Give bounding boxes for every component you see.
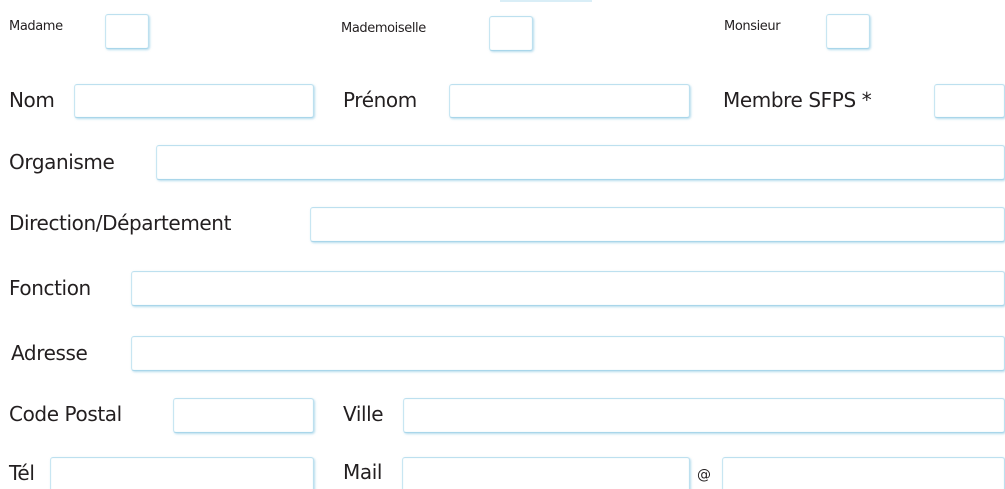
nom-label: Nom (9, 88, 55, 112)
code-postal-label: Code Postal (9, 402, 122, 426)
prenom-field[interactable] (449, 84, 690, 118)
direction-field[interactable] (310, 207, 1005, 242)
mademoiselle-label: Mademoiselle (341, 21, 426, 36)
fonction-label: Fonction (9, 276, 91, 300)
tel-field[interactable] (50, 457, 314, 489)
madame-checkbox[interactable] (105, 14, 149, 49)
ville-label: Ville (343, 402, 384, 426)
direction-label: Direction/Département (9, 211, 232, 235)
mademoiselle-checkbox[interactable] (489, 16, 533, 51)
code-postal-field[interactable] (173, 398, 314, 433)
mail-domain-field[interactable] (722, 457, 1005, 489)
tel-label: Tél (9, 461, 35, 485)
ville-field[interactable] (403, 398, 1005, 433)
prenom-label: Prénom (343, 88, 417, 112)
adresse-field[interactable] (131, 336, 1005, 371)
fonction-field[interactable] (131, 271, 1005, 306)
at-sign: @ (697, 467, 711, 483)
organisme-field[interactable] (156, 145, 1005, 180)
mail-label: Mail (343, 460, 383, 484)
nom-field[interactable] (74, 84, 314, 118)
mail-user-field[interactable] (402, 457, 690, 489)
adresse-label: Adresse (11, 341, 88, 365)
monsieur-checkbox[interactable] (826, 14, 870, 49)
top-edge-decoration (500, 0, 592, 2)
membre-sfps-label: Membre SFPS * (723, 88, 872, 112)
monsieur-label: Monsieur (724, 19, 781, 34)
membre-sfps-field[interactable] (934, 84, 1005, 118)
madame-label: Madame (9, 19, 63, 34)
organisme-label: Organisme (9, 150, 115, 174)
